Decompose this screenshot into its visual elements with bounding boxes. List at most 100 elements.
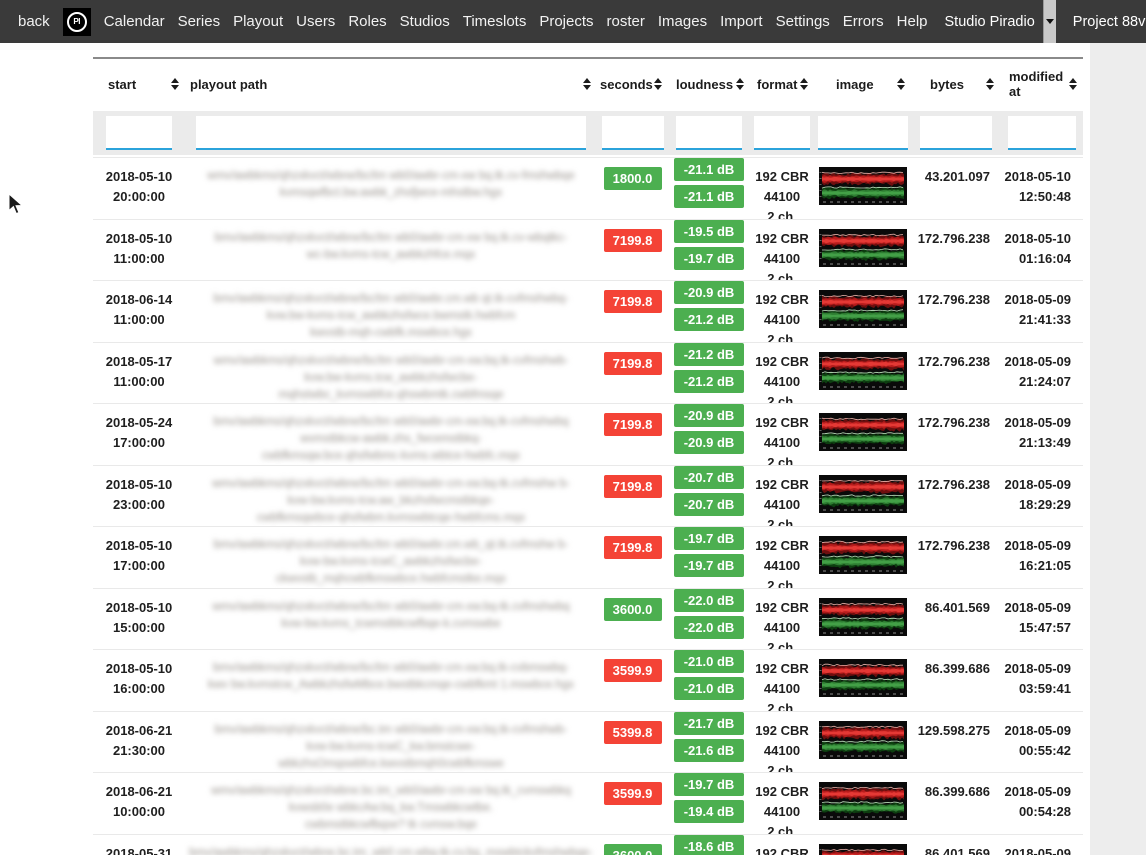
format-line: 2 ch. — [750, 576, 814, 588]
column-header-modified-at[interactable]: modified at — [1000, 69, 1083, 99]
sort-icon[interactable] — [1069, 78, 1077, 90]
table-row[interactable]: 2018-06-1411:00:00bmv/awbkms/qhzxkvct/wb… — [93, 280, 1083, 342]
sort-icon[interactable] — [800, 78, 808, 90]
nav-item-errors[interactable]: Errors — [843, 13, 884, 30]
table-row[interactable]: 2018-05-1711:00:00wmv/awbkms/qhzxkvct/wb… — [93, 342, 1083, 404]
format-line: 44100 — [750, 741, 814, 761]
cell-seconds: 3600.0 — [597, 589, 668, 650]
app-logo-icon[interactable]: PI — [63, 8, 91, 36]
cell-modified-at: 2018-05-0900:54:28 — [1000, 773, 1083, 834]
sort-icon[interactable] — [986, 78, 994, 90]
start-date: 2018-05-10 — [93, 598, 185, 618]
column-header-seconds[interactable]: seconds — [597, 77, 668, 92]
nav-item-roles[interactable]: Roles — [348, 13, 386, 30]
modified-date: 2018-05-09 — [1000, 290, 1071, 310]
waveform-image[interactable] — [819, 782, 907, 820]
redacted-path-line: wc-bw.kvms-tcw_awbkzhfce.mqx — [189, 247, 593, 264]
loudness-badge: -21.7 dB — [674, 712, 744, 735]
cell-format: 192 CBR441002 ch. — [750, 404, 814, 465]
table-row[interactable]: 2018-05-1017:00:00bmv/awbkms/qhzxkvct/wb… — [93, 526, 1083, 588]
project-select[interactable]: Project 88vier — [1069, 0, 1146, 43]
redacted-path-line: bmv/awbkms/qhzxkvct/wbne.bc.tm_wb0 cm.wb… — [189, 845, 593, 855]
nav-item-projects[interactable]: Projects — [539, 13, 593, 30]
nav-item-calendar[interactable]: Calendar — [104, 13, 165, 30]
table-row[interactable]: 2018-05-1016:00:00bmv/awbkms/qhzxkvct/wb… — [93, 649, 1083, 711]
nav-item-images[interactable]: Images — [658, 13, 707, 30]
modified-time: 21:13:49 — [1000, 433, 1071, 453]
column-header-image[interactable]: image — [814, 77, 911, 92]
nav-item-studios[interactable]: Studios — [400, 13, 450, 30]
nav-item-users[interactable]: Users — [296, 13, 335, 30]
filter-input-image[interactable] — [818, 116, 908, 150]
seconds-badge: 7199.8 — [604, 352, 662, 375]
table-row[interactable]: 2018-06-2121:30:00bmv/awbkms/qhzxkvct/wb… — [93, 711, 1083, 773]
cell-format: 192 CBR441002 ch. — [750, 589, 814, 650]
table-row[interactable]: 2018-05-1023:00:00wmv/awbkms/qhzxkvct/wb… — [93, 465, 1083, 527]
modified-date: 2018-05-09 — [1000, 413, 1071, 433]
back-button[interactable]: back — [18, 13, 50, 30]
waveform-image[interactable] — [819, 167, 907, 205]
cell-bytes: 172.796.238 — [911, 343, 1000, 404]
loudness-badge: -21.1 dB — [674, 185, 744, 208]
start-date: 2018-05-17 — [93, 352, 185, 372]
sort-icon[interactable] — [736, 78, 744, 90]
filter-input-format[interactable] — [754, 116, 810, 150]
table-row[interactable]: 2018-05-1011:00:00bmv/awbkms/qhzxkvct/wb… — [93, 219, 1083, 281]
filter-input-loudness[interactable] — [676, 116, 742, 150]
table-row[interactable]: 2018-05-2417:00:00bmv/awbkms/qhzxkvct/wb… — [93, 403, 1083, 465]
sort-icon[interactable] — [171, 78, 179, 90]
column-header-start[interactable]: start — [93, 77, 185, 92]
studio-select[interactable]: Studio Piradio — [941, 0, 1056, 43]
waveform-image[interactable] — [819, 721, 907, 759]
filter-input-bytes[interactable] — [920, 116, 992, 150]
column-header-bytes[interactable]: bytes — [911, 77, 1000, 92]
cell-playout-path-redacted: bmv/awbkms/qhzxkvct/wbne.bc.tm_wb0 cm.wb… — [185, 835, 597, 855]
table-row[interactable]: 2018-05-1015:00:00wmv/awbkms/qhzxkvct/wb… — [93, 588, 1083, 650]
nav-item-timeslots[interactable]: Timeslots — [463, 13, 527, 30]
filter-input-playout-path[interactable] — [196, 116, 586, 150]
cell-playout-path-redacted: wmv/awbkms/qhzxkvct/wbne/bc/tm wb0/awbr-… — [185, 589, 597, 650]
sort-icon[interactable] — [583, 78, 591, 90]
format-line: 2 ch. — [750, 330, 814, 342]
waveform-image[interactable] — [819, 659, 907, 697]
filter-input-start[interactable] — [106, 116, 172, 150]
cell-start: 2018-05-1711:00:00 — [93, 343, 185, 404]
column-header-playout-path[interactable]: playout path — [185, 77, 597, 92]
top-navbar: back PI Calendar Series Playout Users Roles S… — [0, 0, 1146, 43]
format-line: 44100 — [750, 802, 814, 822]
sort-icon[interactable] — [897, 78, 905, 90]
waveform-image[interactable] — [819, 352, 907, 390]
table-row[interactable]: 2018-06-2110:00:00wmv/awbkms/qhzxkvct/wb… — [93, 772, 1083, 834]
waveform-image[interactable] — [819, 290, 907, 328]
column-header-format[interactable]: format — [750, 77, 814, 92]
nav-item-roster[interactable]: roster — [607, 13, 645, 30]
redacted-path-line: mqhstwbc_kvmswbfce.qhswbmtk.cwbfmsqe — [189, 387, 593, 404]
filter-input-modified-at[interactable] — [1008, 116, 1076, 150]
seconds-badge: 7199.8 — [604, 536, 662, 559]
sort-icon[interactable] — [654, 78, 662, 90]
cell-image — [814, 220, 911, 281]
modified-time: 12:50:48 — [1000, 187, 1071, 207]
column-header-loudness[interactable]: loudness — [668, 77, 750, 92]
nav-item-playout[interactable]: Playout — [233, 13, 283, 30]
cell-bytes: 172.796.238 — [911, 404, 1000, 465]
filter-input-seconds[interactable] — [602, 116, 664, 150]
nav-item-settings[interactable]: Settings — [776, 13, 830, 30]
cell-format: 192 CBR441002 ch. — [750, 158, 814, 219]
cell-loudness: -21.7 dB-21.6 dB — [668, 712, 750, 773]
nav-item-import[interactable]: Import — [720, 13, 763, 30]
nav-item-help[interactable]: Help — [897, 13, 928, 30]
waveform-image[interactable] — [819, 598, 907, 636]
waveform-image[interactable] — [819, 475, 907, 513]
table-row[interactable]: 2018-05-1020:00:00wmv/awbkms/qhzxkvct/wb… — [93, 157, 1083, 219]
nav-item-series[interactable]: Series — [178, 13, 221, 30]
waveform-image[interactable] — [819, 844, 907, 855]
table-row[interactable]: 2018-05-31bmv/awbkms/qhzxkvct/wbne.bc.tm… — [93, 834, 1083, 855]
dropdown-arrow-icon[interactable] — [1043, 0, 1056, 43]
loudness-badge: -21.0 dB — [674, 650, 744, 673]
waveform-image[interactable] — [819, 413, 907, 451]
cell-bytes: 86.399.686 — [911, 650, 1000, 711]
waveform-image[interactable] — [819, 229, 907, 267]
waveform-image[interactable] — [819, 536, 907, 574]
cell-image — [814, 835, 911, 855]
